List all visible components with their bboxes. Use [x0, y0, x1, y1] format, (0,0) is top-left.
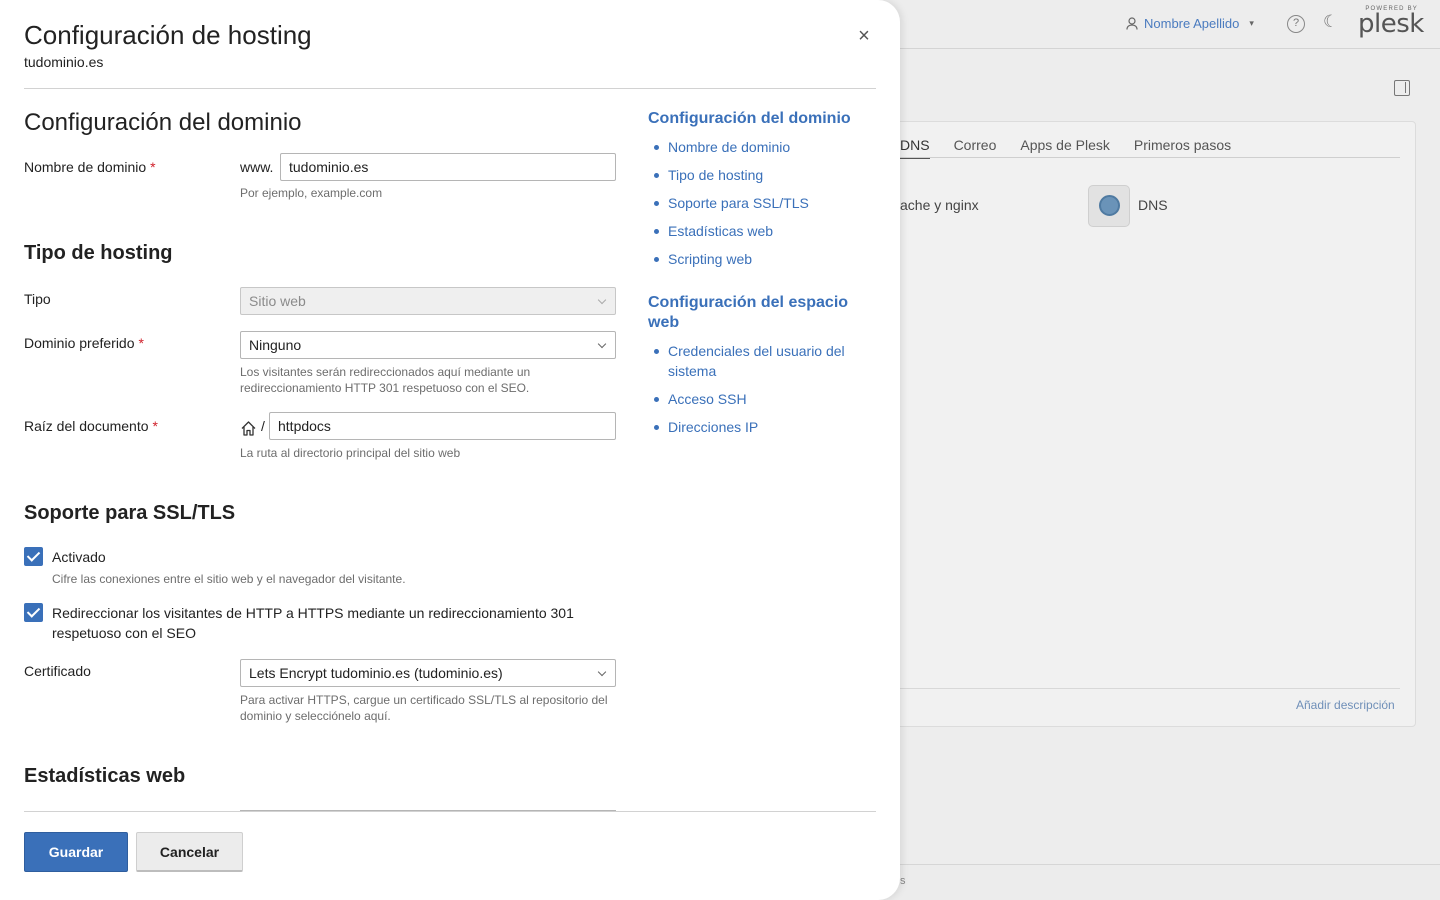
tab-correo[interactable]: Correo — [954, 137, 997, 159]
toc-heading-webspace[interactable]: Configuración del espacio web — [648, 293, 868, 333]
user-name: Nombre Apellido — [1144, 16, 1240, 31]
certificate-hint: Para activar HTTPS, cargue un certificad… — [240, 693, 608, 723]
chevron-down-icon — [597, 295, 607, 305]
toc-item-ip[interactable]: Direcciones IP — [654, 417, 868, 437]
ssl-enabled-checkbox[interactable] — [24, 547, 43, 566]
preferred-domain-value: Ninguno — [249, 337, 302, 353]
type-select: Sitio web — [240, 287, 616, 315]
preferred-domain-label-text: Dominio preferido — [24, 335, 135, 351]
certificate-label: Certificado — [24, 663, 91, 679]
type-label: Tipo — [24, 291, 51, 307]
www-prefix: www. — [240, 159, 274, 175]
home-icon — [241, 421, 256, 436]
hosting-settings-drawer: Configuración de hosting tudominio.es × … — [0, 0, 900, 900]
preferred-domain-hint: Los visitantes serán redireccionados aqu… — [240, 365, 531, 395]
domain-name-label: Nombre de dominio * — [24, 159, 156, 175]
domain-name-hint: Por ejemplo, example.com — [240, 186, 383, 200]
tab-underline — [860, 157, 1400, 158]
ssl-enabled-label[interactable]: Activado — [52, 547, 622, 567]
cancel-button[interactable]: Cancelar — [136, 832, 243, 872]
preferred-domain-label: Dominio preferido * — [24, 335, 144, 351]
required-mark: * — [152, 418, 158, 434]
toc-item-system-user[interactable]: Credenciales del usuario del sistema — [654, 341, 868, 381]
chevron-down-icon — [597, 339, 607, 349]
toc-item-web-scripting[interactable]: Scripting web — [654, 249, 868, 269]
side-panel-icon[interactable] — [1394, 80, 1410, 96]
section-title-hosting: Tipo de hosting — [24, 242, 173, 264]
path-separator: / — [261, 418, 265, 434]
moon-icon[interactable]: ☾ — [1323, 12, 1338, 32]
plesk-logo: POWERED BY plesk — [1358, 6, 1424, 39]
toc-item-ssh[interactable]: Acceso SSH — [654, 389, 868, 409]
user-menu[interactable]: Nombre Apellido ▾ — [1126, 16, 1254, 31]
toc-item-domain-name[interactable]: Nombre de dominio — [654, 137, 868, 157]
document-root-label-text: Raíz del documento — [24, 418, 149, 434]
toc-heading-domain[interactable]: Configuración del dominio — [648, 109, 868, 129]
ssl-enabled-hint: Cifre las conexiones entre el sitio web … — [52, 572, 406, 586]
close-icon[interactable]: × — [854, 26, 874, 46]
tab-primeros-pasos[interactable]: Primeros pasos — [1134, 137, 1231, 159]
save-button[interactable]: Guardar — [24, 832, 128, 872]
drawer-subtitle: tudominio.es — [24, 54, 104, 70]
type-select-value: Sitio web — [249, 293, 306, 309]
document-root-hint: La ruta al directorio principal del siti… — [240, 446, 461, 460]
preferred-domain-select[interactable]: Ninguno — [240, 331, 616, 359]
required-mark: * — [138, 335, 144, 351]
chevron-down-icon — [597, 667, 607, 677]
background-tabs: DNS Correo Apps de Plesk Primeros pasos — [900, 137, 1231, 159]
section-title-stats: Estadísticas web — [24, 765, 186, 787]
toc-item-hosting-type[interactable]: Tipo de hosting — [654, 165, 868, 185]
globe-icon — [1099, 195, 1120, 216]
dns-icon[interactable] — [1088, 185, 1130, 227]
add-description-link[interactable]: Añadir descripción — [1296, 698, 1395, 712]
document-root-label: Raíz del documento * — [24, 418, 158, 434]
document-root-input[interactable]: httpdocs — [269, 412, 616, 440]
user-icon — [1126, 17, 1138, 30]
certificate-value: Lets Encrypt tudominio.es (tudominio.es) — [249, 665, 503, 681]
footer-text: s — [900, 875, 906, 887]
drawer-title: Configuración de hosting — [24, 20, 312, 50]
section-title-domain: Configuración del dominio — [24, 109, 302, 136]
footer-divider — [24, 811, 876, 812]
certificate-select[interactable]: Lets Encrypt tudominio.es (tudominio.es) — [240, 659, 616, 687]
https-redirect-checkbox[interactable] — [24, 603, 43, 622]
apache-nginx-link[interactable]: ache y nginx — [900, 197, 979, 213]
toc-item-ssl[interactable]: Soporte para SSL/TLS — [654, 193, 868, 213]
tab-apps[interactable]: Apps de Plesk — [1020, 137, 1110, 159]
section-title-ssl: Soporte para SSL/TLS — [24, 502, 236, 524]
form-scroll-area[interactable]: Configuración del dominio Nombre de domi… — [24, 89, 876, 811]
brand-name: plesk — [1358, 9, 1424, 39]
domain-name-label-text: Nombre de dominio — [24, 159, 147, 175]
https-redirect-label[interactable]: Redireccionar los visitantes de HTTP a H… — [52, 603, 622, 643]
tab-dns[interactable]: DNS — [900, 137, 930, 159]
toc-item-web-stats[interactable]: Estadísticas web — [654, 221, 868, 241]
card-divider — [860, 688, 1400, 689]
help-icon[interactable]: ? — [1287, 15, 1305, 33]
chevron-down-icon: ▾ — [1249, 18, 1254, 28]
dns-label[interactable]: DNS — [1138, 197, 1168, 213]
required-mark: * — [150, 159, 156, 175]
domain-name-input[interactable]: tudominio.es — [280, 153, 616, 181]
